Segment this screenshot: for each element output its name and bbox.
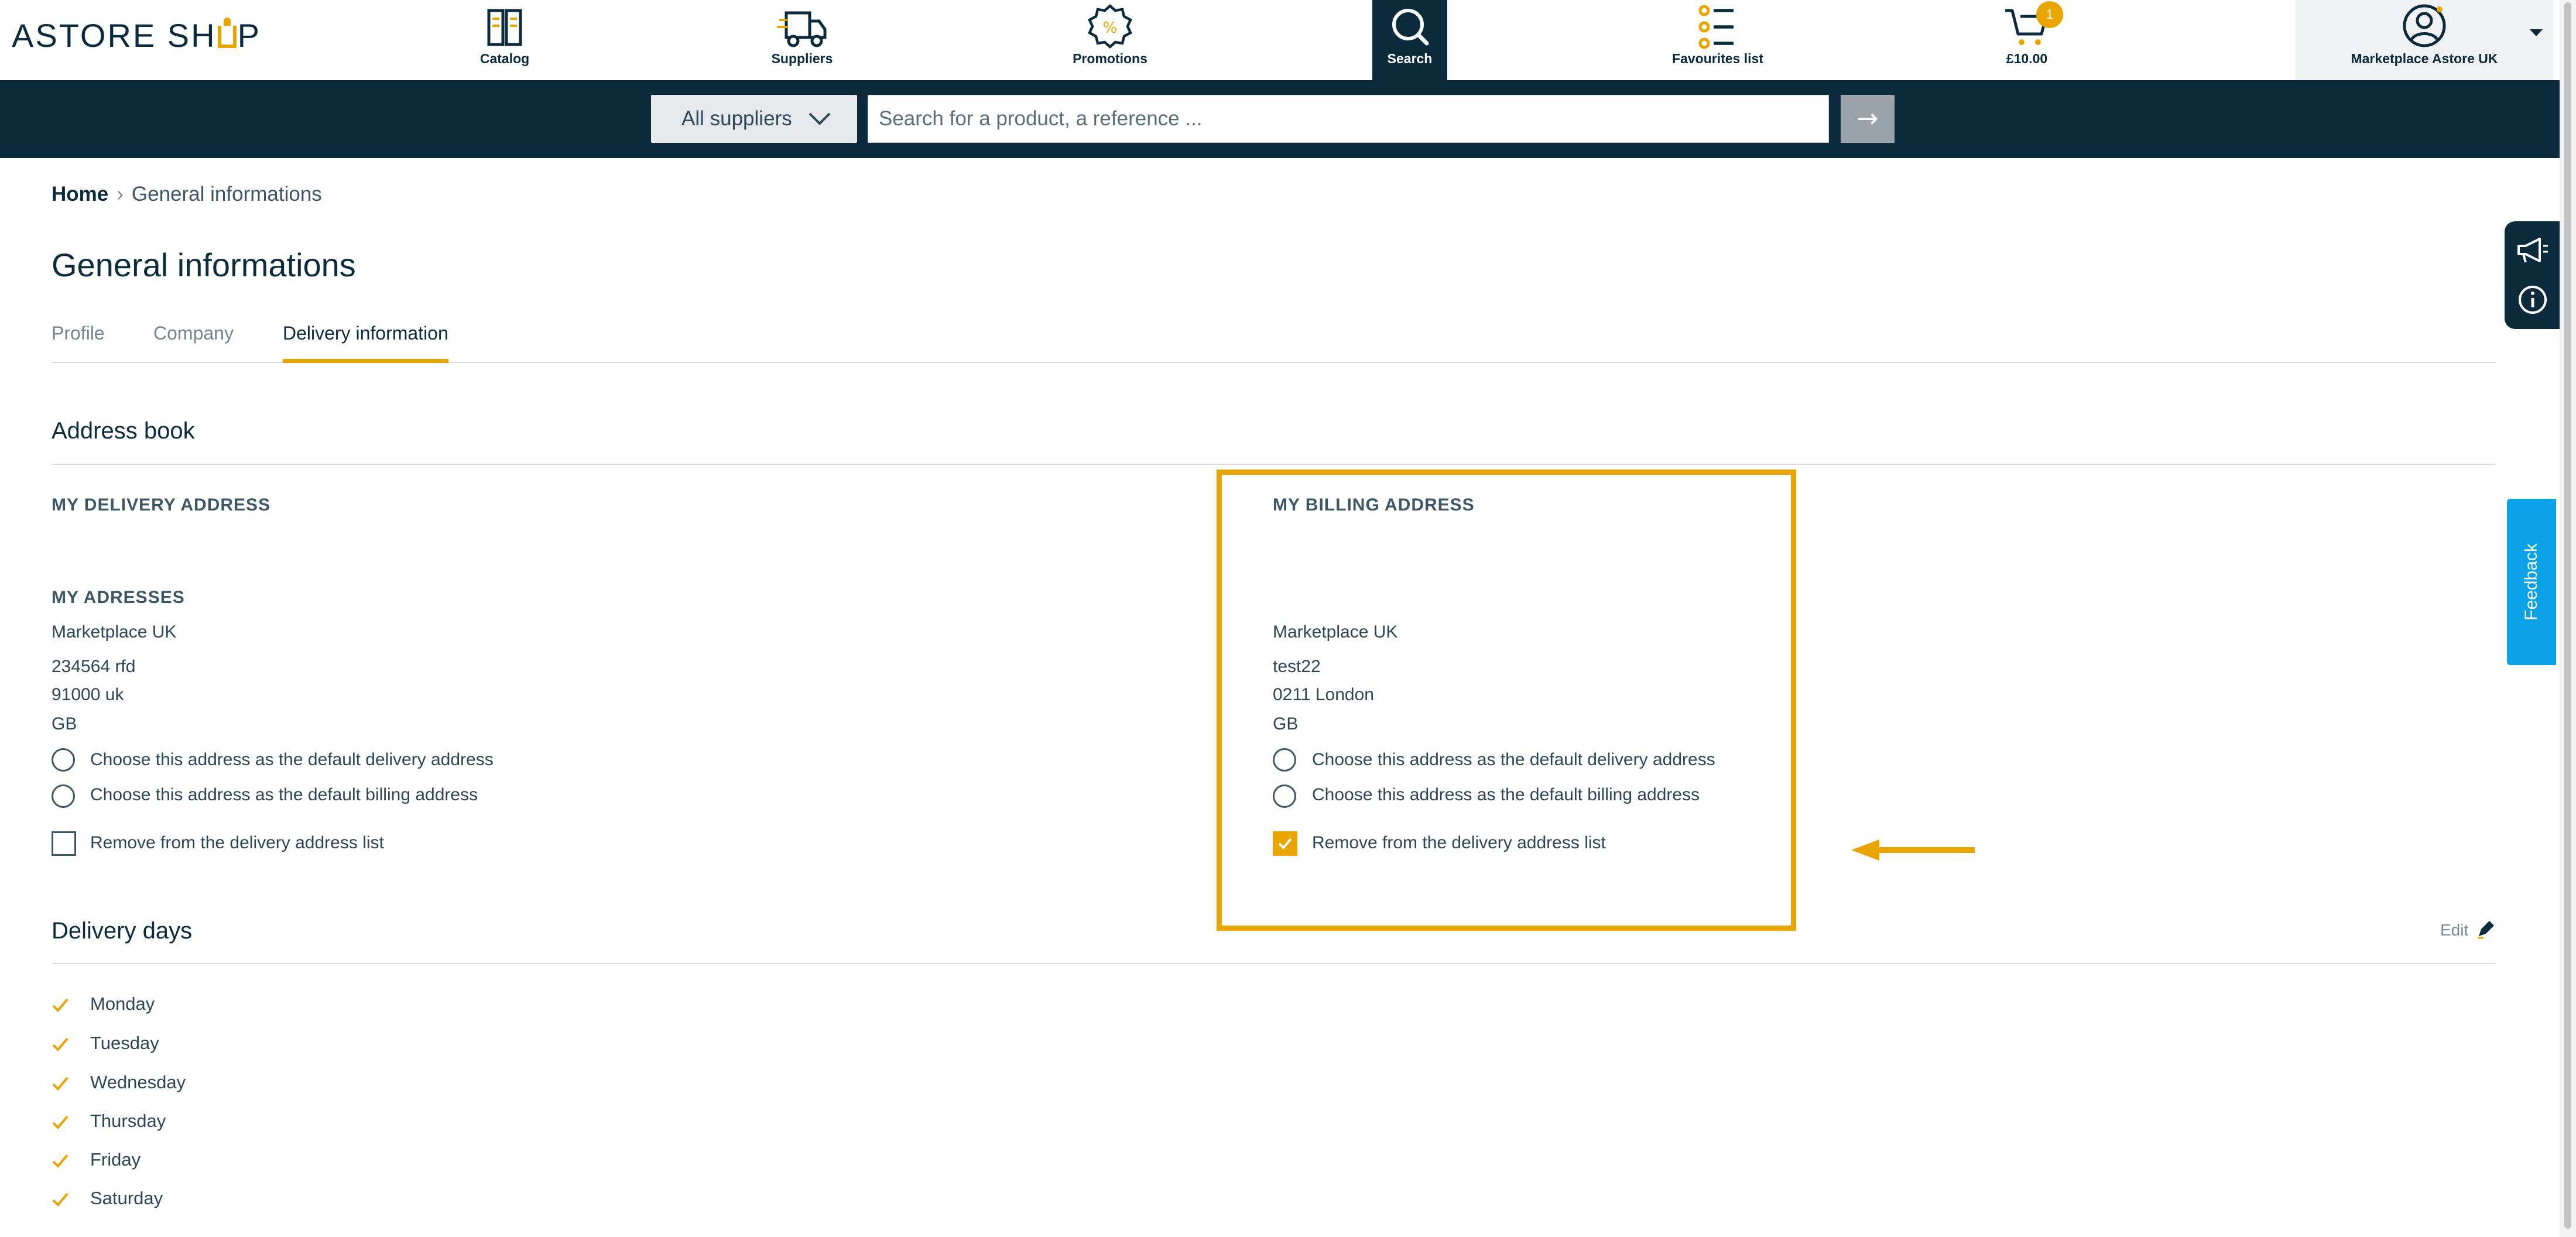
logo-text-end: P — [237, 17, 261, 54]
user-icon — [2403, 4, 2446, 47]
side-tools-panel — [2505, 221, 2560, 329]
tab-profile[interactable]: Profile — [52, 319, 105, 362]
default-billing-label[interactable]: Choose this address as the default billi… — [90, 785, 478, 805]
highlight-box — [1217, 470, 1796, 931]
edit-label: Edit — [2440, 921, 2469, 939]
search-input[interactable] — [868, 95, 1829, 143]
cart-count-badge: 1 — [2036, 1, 2063, 28]
address-street: 234564 rfd — [52, 657, 136, 676]
tab-company[interactable]: Company — [153, 319, 234, 362]
checkmark-icon — [52, 1115, 68, 1129]
scrollbar-thumb[interactable] — [2564, 2, 2571, 1229]
checkmark-icon — [52, 998, 68, 1012]
nav-suppliers[interactable]: Suppliers — [744, 0, 861, 80]
breadcrumb-home-link[interactable]: Home — [52, 183, 108, 205]
pencil-icon — [2478, 921, 2494, 939]
vertical-scrollbar[interactable] — [2560, 0, 2576, 1237]
svg-text:%: % — [1103, 19, 1118, 37]
default-delivery-radio[interactable] — [52, 748, 75, 772]
checkmark-icon — [52, 1077, 68, 1091]
chevron-right-icon: › — [117, 183, 124, 205]
account-name: Marketplace Astore UK — [2351, 51, 2498, 66]
remove-address-checkbox[interactable] — [52, 831, 76, 856]
truck-icon — [777, 11, 827, 47]
nav-promotions[interactable]: % Promotions — [1051, 0, 1169, 80]
nav-search[interactable]: Search — [1372, 0, 1447, 80]
delivery-day-label: Monday — [90, 993, 155, 1014]
checkmark-icon — [52, 1193, 68, 1207]
delivery-day-label: Saturday — [90, 1188, 163, 1208]
search-icon — [1392, 9, 1429, 46]
delivery-day-label: Thursday — [90, 1111, 166, 1131]
delivery-days-title: Delivery days — [52, 918, 193, 944]
chevron-down-icon[interactable] — [2530, 29, 2543, 36]
address-name: Marketplace UK — [52, 622, 177, 642]
promo-badge-icon: % — [1088, 4, 1132, 49]
nav-search-label: Search — [1387, 51, 1433, 66]
tab-delivery-information[interactable]: Delivery information — [283, 319, 448, 363]
divider — [52, 464, 2496, 465]
shopping-bag-icon — [217, 18, 237, 48]
cart-total: £10.00 — [2006, 51, 2048, 66]
top-navigation: ASTORE SH P Catalog Suppliers % Promotion… — [0, 0, 2560, 80]
account-menu[interactable]: Marketplace Astore UK — [2296, 0, 2553, 80]
nav-favourites[interactable]: Favourites list — [1659, 0, 1776, 80]
edit-delivery-days-button[interactable]: Edit — [2440, 921, 2494, 940]
delivery-day-label: Wednesday — [90, 1072, 186, 1092]
feedback-label: Feedback — [2522, 543, 2541, 621]
book-icon — [487, 9, 522, 46]
delivery-day-label: Friday — [90, 1149, 141, 1170]
nav-cart[interactable]: 1 £10.00 — [1968, 0, 2085, 80]
nav-catalog-label: Catalog — [479, 51, 530, 66]
tab-bar: Profile Company Delivery information — [52, 319, 2496, 363]
search-bar: All suppliers → — [0, 80, 2560, 158]
page-title: General informations — [52, 246, 356, 283]
feedback-button[interactable]: Feedback — [2507, 499, 2556, 665]
remove-address-label[interactable]: Remove from the delivery address list — [90, 833, 384, 853]
address-country: GB — [52, 714, 77, 734]
supplier-filter-value: All suppliers — [681, 107, 792, 130]
search-submit-button[interactable]: → — [1841, 95, 1895, 143]
list-icon — [1698, 5, 1734, 49]
info-icon[interactable] — [2517, 285, 2548, 315]
my-addresses-heading: MY ADRESSES — [52, 588, 185, 607]
nav-catalog[interactable]: Catalog — [446, 0, 563, 80]
delivery-address-heading: MY DELIVERY ADDRESS — [52, 495, 271, 515]
default-delivery-label[interactable]: Choose this address as the default deliv… — [90, 750, 494, 770]
logo-text: ASTORE SH — [12, 17, 217, 54]
chevron-down-icon — [809, 112, 831, 125]
nav-suppliers-label: Suppliers — [771, 51, 833, 66]
supplier-filter-select[interactable]: All suppliers — [651, 95, 857, 143]
delivery-day-label: Tuesday — [90, 1033, 159, 1053]
breadcrumb-current: General informations — [131, 183, 322, 205]
nav-favourites-label: Favourites list — [1672, 51, 1763, 66]
megaphone-icon[interactable] — [2515, 234, 2550, 266]
default-billing-radio[interactable] — [52, 784, 75, 808]
breadcrumb: Home › General informations — [52, 183, 322, 206]
divider — [52, 963, 2496, 964]
address-book-title: Address book — [52, 418, 195, 444]
checkmark-icon — [52, 1154, 68, 1168]
checkmark-icon — [52, 1037, 68, 1051]
brand-logo[interactable]: ASTORE SH P — [12, 16, 261, 54]
arrow-left-icon — [1851, 839, 1975, 861]
address-city: 91000 uk — [52, 685, 124, 704]
nav-promotions-label: Promotions — [1073, 51, 1147, 66]
